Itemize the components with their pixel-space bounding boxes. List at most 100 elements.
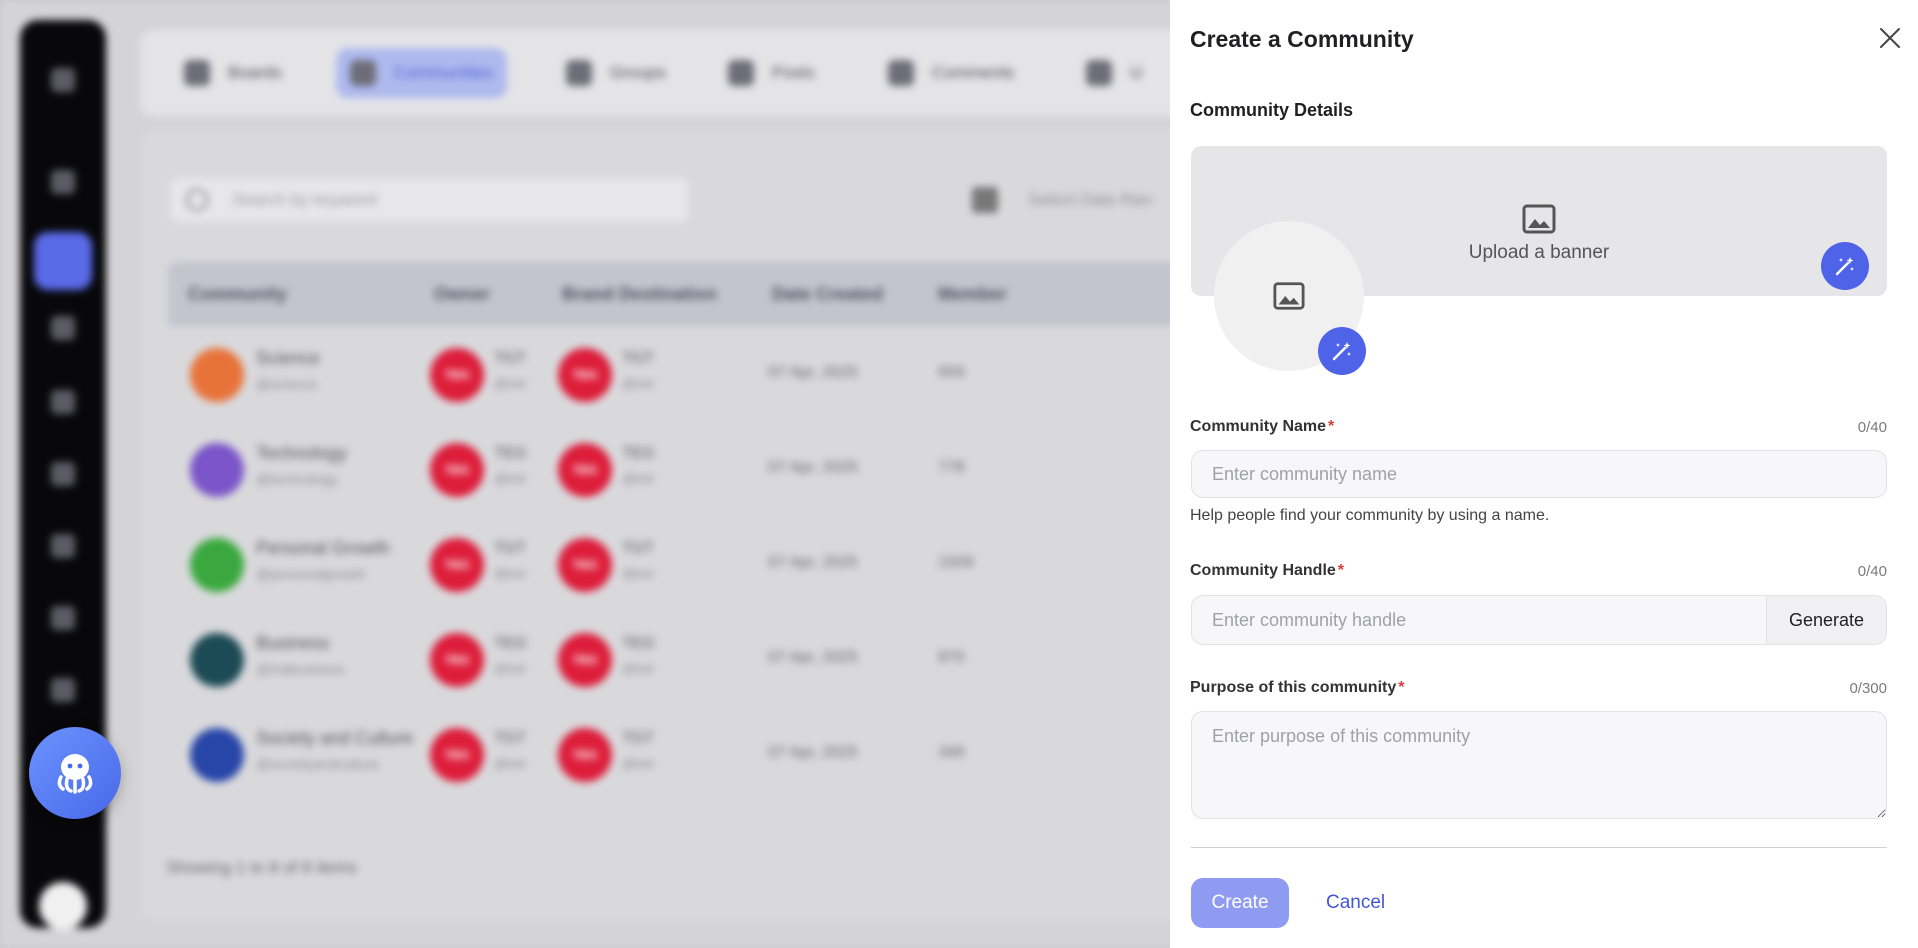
comments-icon <box>888 60 914 86</box>
column-header[interactable]: Owner <box>434 284 490 305</box>
community-handle: @technology <box>256 471 338 487</box>
table-row[interactable]: Science @science TBG TGT @tod TBG TGT @tod 07 Ap… <box>168 326 1230 420</box>
close-button[interactable] <box>1876 24 1904 52</box>
community-avatar <box>190 443 244 497</box>
community-name: Science <box>256 348 321 368</box>
date-created: 07 Apr, 2025 <box>768 459 858 476</box>
document-icon[interactable] <box>51 390 75 414</box>
table-row[interactable]: Personal Growth @personalgrowth TBG TGT @tod… <box>168 516 1230 610</box>
brand-handle: @tod <box>622 376 654 391</box>
date-created: 07 Apr, 2025 <box>768 649 858 666</box>
assistant-mascot-button[interactable] <box>29 727 121 819</box>
community-handle: @science <box>256 376 318 392</box>
date-created: 07 Apr, 2025 <box>768 364 858 381</box>
owner-name: TEG <box>494 445 527 462</box>
table-row[interactable]: Society and Culture @societyandculture TBG… <box>168 706 1230 800</box>
octopus-icon <box>57 754 93 794</box>
user-avatar[interactable] <box>39 882 87 930</box>
settings-icon[interactable] <box>51 678 75 702</box>
owner-avatar: TBG <box>430 633 484 687</box>
banner-upload-label: Upload a banner <box>1468 242 1610 263</box>
community-handle: @societyandculture <box>256 756 380 772</box>
community-handle-counter: 0/40 <box>1857 563 1887 580</box>
owner-handle: @tod <box>494 376 526 391</box>
image-icon <box>1522 204 1556 234</box>
brand-handle: @tod <box>622 661 654 676</box>
purpose-counter: 0/300 <box>1849 680 1887 697</box>
generate-handle-button[interactable]: Generate <box>1766 596 1886 644</box>
member-count: 1509 <box>938 554 974 571</box>
logo-icon <box>51 68 75 92</box>
purpose-label: Purpose of this community * <box>1190 679 1405 696</box>
cancel-button[interactable]: Cancel <box>1320 878 1391 928</box>
section-title: Community Details <box>1190 100 1354 120</box>
owner-avatar: TBG <box>430 348 484 402</box>
posts-icon <box>728 60 754 86</box>
owner-name: TGT <box>494 540 526 557</box>
footer-divider <box>1191 847 1887 848</box>
community-handle-input[interactable] <box>1192 596 1766 644</box>
tab-comments[interactable]: Comments <box>874 48 1028 98</box>
purpose-textarea[interactable] <box>1191 711 1887 819</box>
analytics-icon[interactable] <box>51 606 75 630</box>
brand-name: TEG <box>622 445 655 462</box>
column-header[interactable]: Community <box>188 284 287 305</box>
date-created: 07 Apr, 2025 <box>768 744 858 761</box>
member-count: 870 <box>938 649 965 666</box>
brand-avatar: TBG <box>558 538 612 592</box>
banner-ai-generate-button[interactable] <box>1821 242 1869 290</box>
tab-boards[interactable]: Boards <box>170 48 296 98</box>
tab-u[interactable]: U <box>1072 48 1156 98</box>
magic-wand-icon <box>1835 257 1854 276</box>
tab-communities[interactable]: Communities <box>336 48 508 98</box>
create-button[interactable]: Create <box>1191 878 1289 928</box>
member-count: 349 <box>938 744 965 761</box>
brand-handle: @tod <box>622 566 654 581</box>
brand-name: TGT <box>622 350 654 367</box>
drawer-title: Create a Community <box>1190 26 1414 52</box>
column-header[interactable]: Member <box>938 284 1007 305</box>
communities-table-card: Search by keyword Select Date Ran Commun… <box>140 130 1230 920</box>
brand-avatar: TBG <box>558 728 612 782</box>
community-name-label: Community Name * <box>1190 418 1335 435</box>
owner-avatar: TBG <box>430 728 484 782</box>
owner-handle: @tod <box>494 756 526 771</box>
community-handle: @personalgrowth <box>256 566 366 582</box>
table-row[interactable]: Business @indbusiness TBG TEG @tod TBG TEG @tod… <box>168 611 1230 705</box>
boards-icon <box>184 60 210 86</box>
brand-name: TGT <box>622 540 654 557</box>
owner-name: TEG <box>494 635 527 652</box>
owner-avatar: TBG <box>430 538 484 592</box>
community-handle: @indbusiness <box>256 661 345 677</box>
pagination-summary: Showing 1 to 8 of 8 items <box>166 858 357 877</box>
community-avatar <box>190 728 244 782</box>
owner-handle: @tod <box>494 566 526 581</box>
column-header[interactable]: Brand Destination <box>562 284 717 305</box>
brand-name: TEG <box>622 635 655 652</box>
tools-icon[interactable] <box>51 316 75 340</box>
groups-icon <box>566 60 592 86</box>
community-name-input[interactable] <box>1191 450 1887 498</box>
community-name-helper: Help people find your community by using… <box>1190 507 1550 524</box>
owner-name: TGT <box>494 350 526 367</box>
globe-icon[interactable] <box>51 534 75 558</box>
brand-avatar: TBG <box>558 633 612 687</box>
sidebar-item-communities[interactable] <box>34 232 92 290</box>
users-icon <box>1086 60 1112 86</box>
tab-posts[interactable]: Posts <box>714 48 829 98</box>
column-header[interactable]: Date Created <box>772 284 883 305</box>
avatar-ai-generate-button[interactable] <box>1318 327 1366 375</box>
mail-icon[interactable] <box>51 462 75 486</box>
brand-handle: @tod <box>622 471 654 486</box>
dashboard-icon[interactable] <box>51 170 75 194</box>
brand-avatar: TBG <box>558 443 612 497</box>
search-input[interactable]: Search by keyword <box>170 178 688 222</box>
owner-handle: @tod <box>494 471 526 486</box>
owner-handle: @tod <box>494 661 526 676</box>
required-mark: * <box>1398 679 1405 696</box>
table-row[interactable]: Technology @technology TBG TEG @tod TBG TEG @to… <box>168 421 1230 515</box>
member-count: 659 <box>938 364 965 381</box>
tab-groups[interactable]: Groups <box>552 48 680 98</box>
community-name: Personal Growth <box>256 538 391 558</box>
close-icon <box>1880 28 1900 48</box>
